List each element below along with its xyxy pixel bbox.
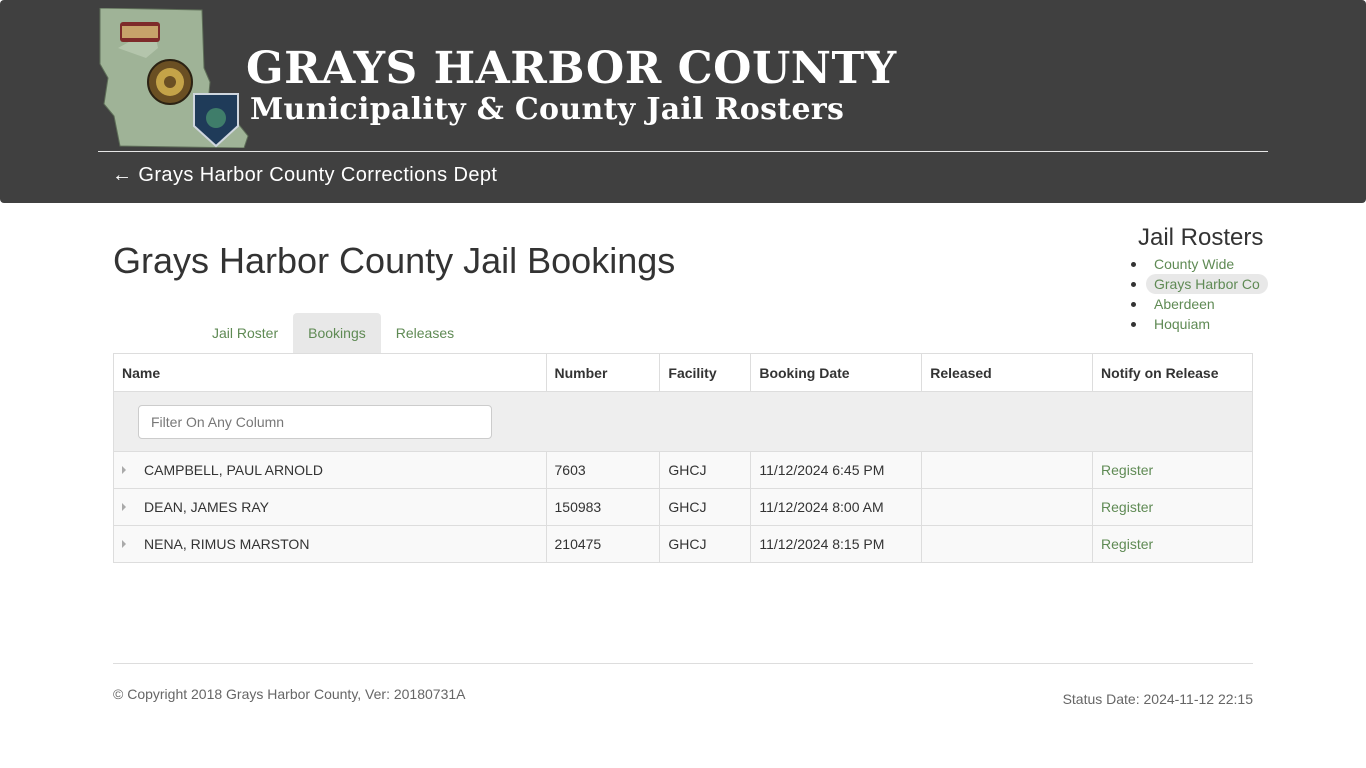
- name-cell: DEAN, JAMES RAY: [113, 488, 546, 526]
- booking-date-cell: 11/12/2024 8:15 PM: [750, 525, 922, 563]
- jail-rosters-list: County Wide Grays Harbor Co Aberdeen Hoq…: [1126, 254, 1268, 334]
- column-header-facility[interactable]: Facility: [659, 353, 751, 392]
- expand-row-icon[interactable]: [122, 503, 126, 512]
- filter-input[interactable]: [138, 404, 492, 439]
- register-link[interactable]: Register: [1101, 536, 1153, 552]
- roster-tabs: Jail Roster Bookings Releases: [197, 313, 469, 353]
- left-arrow-icon: ←: [112, 164, 133, 186]
- tab-bookings[interactable]: Bookings: [293, 313, 381, 353]
- filter-row: [113, 391, 1253, 452]
- released-cell: [921, 525, 1093, 563]
- county-map-with-badges-icon: [99, 8, 249, 148]
- facility-cell: GHCJ: [659, 488, 751, 526]
- status-date: Status Date: 2024-11-12 22:15: [1062, 691, 1253, 707]
- nav-link-aberdeen[interactable]: Aberdeen: [1146, 294, 1223, 314]
- banner-title: GRAYS HARBOR COUNTY: [246, 43, 897, 94]
- notify-cell: Register: [1092, 451, 1253, 489]
- nav-link-hoquiam[interactable]: Hoquiam: [1146, 314, 1218, 334]
- name-cell: CAMPBELL, PAUL ARNOLD: [113, 451, 546, 489]
- tab-releases[interactable]: Releases: [381, 313, 469, 353]
- column-header-released[interactable]: Released: [921, 353, 1093, 392]
- nav-item-aberdeen: Aberdeen: [1126, 294, 1268, 314]
- banner-subtitle: Municipality & County Jail Rosters: [250, 92, 845, 127]
- released-cell: [921, 451, 1093, 489]
- column-header-notify[interactable]: Notify on Release: [1092, 353, 1253, 392]
- nav-item-grays-harbor-co: Grays Harbor Co: [1126, 274, 1268, 294]
- nav-link-county-wide[interactable]: County Wide: [1146, 254, 1242, 274]
- nav-item-county-wide: County Wide: [1126, 254, 1268, 274]
- header-divider: [98, 151, 1268, 152]
- booking-date-cell: 11/12/2024 6:45 PM: [750, 451, 922, 489]
- table-row[interactable]: NENA, RIMUS MARSTON 210475 GHCJ 11/12/20…: [113, 525, 1253, 563]
- table-row[interactable]: DEAN, JAMES RAY 150983 GHCJ 11/12/2024 8…: [113, 488, 1253, 526]
- released-cell: [921, 488, 1093, 526]
- notify-cell: Register: [1092, 488, 1253, 526]
- inmate-name: NENA, RIMUS MARSTON: [144, 536, 310, 552]
- column-header-booking-date[interactable]: Booking Date: [750, 353, 922, 392]
- booking-date-cell: 11/12/2024 8:00 AM: [750, 488, 922, 526]
- column-header-name[interactable]: Name: [113, 353, 546, 392]
- bookings-table: Name Number Facility Booking Date Releas…: [113, 353, 1253, 563]
- number-cell: 150983: [545, 488, 660, 526]
- corrections-dept-link[interactable]: ← Grays Harbor County Corrections Dept: [112, 164, 497, 187]
- site-header: GRAYS HARBOR COUNTY Municipality & Count…: [0, 0, 1366, 203]
- copyright-text: © Copyright 2018 Grays Harbor County, Ve…: [113, 686, 466, 702]
- inmate-name: DEAN, JAMES RAY: [144, 499, 269, 515]
- facility-cell: GHCJ: [659, 451, 751, 489]
- column-header-number[interactable]: Number: [545, 353, 660, 392]
- number-cell: 7603: [545, 451, 660, 489]
- tab-jail-roster[interactable]: Jail Roster: [197, 313, 293, 353]
- notify-cell: Register: [1092, 525, 1253, 563]
- register-link[interactable]: Register: [1101, 499, 1153, 515]
- nav-link-grays-harbor-co[interactable]: Grays Harbor Co: [1146, 274, 1268, 294]
- nav-item-hoquiam: Hoquiam: [1126, 314, 1268, 334]
- number-cell: 210475: [545, 525, 660, 563]
- inmate-name: CAMPBELL, PAUL ARNOLD: [144, 462, 323, 478]
- footer-divider: [113, 663, 1253, 664]
- filter-cell: [113, 391, 1253, 452]
- page-title: Grays Harbor County Jail Bookings: [113, 240, 676, 281]
- jail-rosters-heading: Jail Rosters: [1138, 224, 1264, 251]
- table-row[interactable]: CAMPBELL, PAUL ARNOLD 7603 GHCJ 11/12/20…: [113, 451, 1253, 489]
- register-link[interactable]: Register: [1101, 462, 1153, 478]
- expand-row-icon[interactable]: [122, 540, 126, 549]
- table-header-row: Name Number Facility Booking Date Releas…: [113, 353, 1253, 392]
- facility-cell: GHCJ: [659, 525, 751, 563]
- expand-row-icon[interactable]: [122, 466, 126, 475]
- corrections-dept-label: Grays Harbor County Corrections Dept: [138, 164, 498, 186]
- name-cell: NENA, RIMUS MARSTON: [113, 525, 546, 563]
